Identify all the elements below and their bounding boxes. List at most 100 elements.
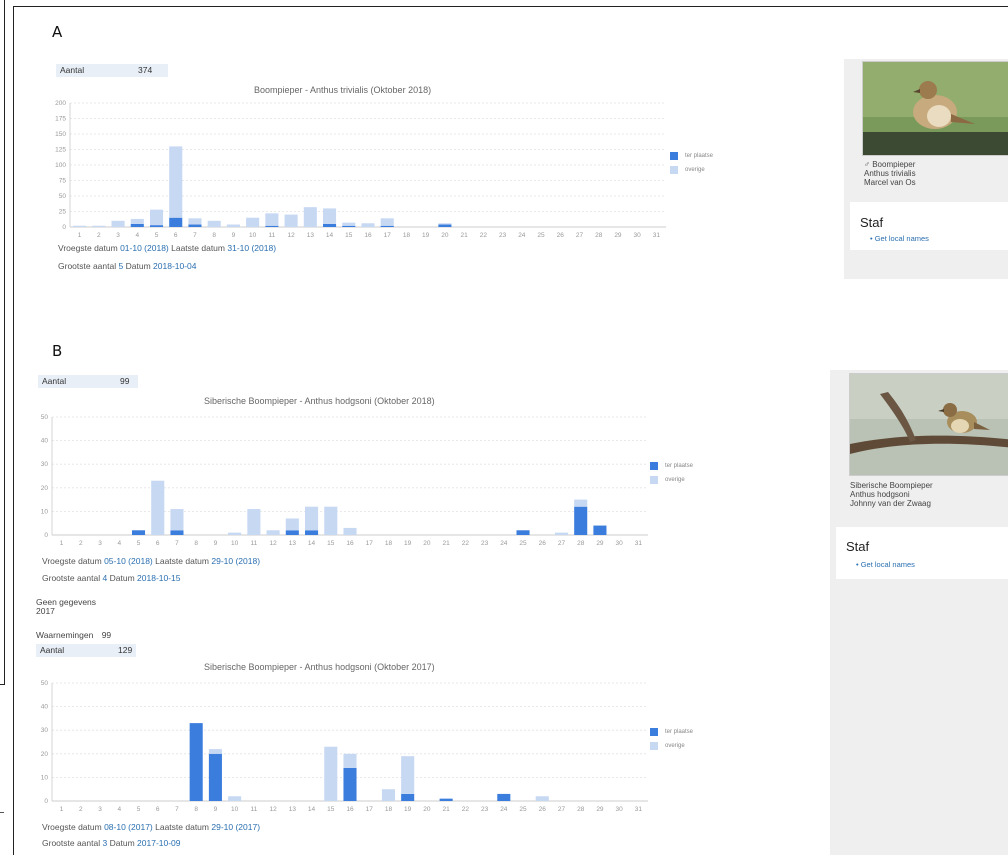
legend: ter plaatse overige <box>670 149 713 177</box>
x-tick-label: 10 <box>249 232 257 239</box>
x-tick-label: 8 <box>194 540 198 547</box>
y-tick-label: 20 <box>41 485 49 492</box>
chart-title: Siberische Boompieper - Anthus hodgsoni … <box>204 396 435 406</box>
grootste-date-link[interactable]: 2017-10-09 <box>137 838 180 848</box>
x-tick-label: 17 <box>366 540 374 547</box>
photo-caption: ♂ Boompieper Anthus trivialis Marcel van… <box>864 160 916 187</box>
y-tick-label: 50 <box>41 414 49 421</box>
legend-swatch-overige <box>650 742 658 750</box>
grootste-date-link[interactable]: 2018-10-04 <box>153 261 196 271</box>
bar-overige <box>361 223 375 227</box>
bar-overige <box>323 208 337 224</box>
x-tick-label: 10 <box>231 540 239 547</box>
bar-ter-plaatse <box>131 530 146 535</box>
laatste-link[interactable]: 29-10 (2018) <box>211 556 260 566</box>
bird-photo[interactable] <box>849 373 1008 476</box>
x-tick-label: 28 <box>577 806 585 813</box>
x-tick-label: 30 <box>616 540 624 547</box>
get-local-names-link[interactable]: • Get local names <box>870 234 929 243</box>
x-tick-label: 14 <box>308 540 316 547</box>
aantal-bar: Aantal 99 <box>38 375 138 388</box>
get-local-names-link[interactable]: • Get local names <box>856 560 915 569</box>
legend-swatch-ter-plaatse <box>650 728 658 736</box>
laatste-link[interactable]: 31-10 (2018) <box>227 243 276 253</box>
x-tick-label: 11 <box>268 232 275 239</box>
staf-box: Staf • Get local names <box>836 527 1008 579</box>
date-range: Vroegste datum 01-10 (2018) Laatste datu… <box>58 243 276 253</box>
figure-frame: A Aantal 374 Boompieper - Anthus trivial… <box>13 6 1008 855</box>
left-border <box>0 0 5 685</box>
x-tick-label: 20 <box>441 232 449 239</box>
staf-box: Staf • Get local names <box>850 202 1008 250</box>
x-tick-label: 24 <box>500 540 508 547</box>
x-tick-label: 23 <box>481 540 489 547</box>
x-tick-label: 15 <box>327 806 335 813</box>
panel-label-b: B <box>52 342 63 360</box>
vroegste-label: Vroegste datum <box>42 556 102 566</box>
y-tick-label: 40 <box>41 438 49 445</box>
x-tick-label: 29 <box>614 232 622 239</box>
bar-overige <box>207 220 221 227</box>
x-tick-label: 20 <box>423 806 431 813</box>
laatste-label: Laatste datum <box>155 556 209 566</box>
x-tick-label: 14 <box>326 232 334 239</box>
x-tick-label: 7 <box>193 232 197 239</box>
legend-swatch-ter-plaatse <box>650 462 658 470</box>
x-tick-label: 28 <box>577 540 585 547</box>
edge-mark <box>0 812 4 813</box>
chart-title: Boompieper - Anthus trivialis (Oktober 2… <box>254 85 432 95</box>
chart-b: 010203040501 2 3 4 5 6 7 8 9 10 11 12 13 14 15 16 17 18 19… <box>41 414 648 547</box>
y-tick-label: 200 <box>55 100 66 107</box>
y-tick-label: 10 <box>41 508 49 515</box>
bar-overige <box>228 796 242 801</box>
x-tick-label: 5 <box>155 232 159 239</box>
bar-ter-plaatse <box>305 530 319 535</box>
staf-link-text: Get local names <box>860 560 915 569</box>
x-tick-label: 13 <box>289 540 297 547</box>
x-tick-label: 16 <box>364 232 372 239</box>
bar-overige <box>188 218 202 225</box>
laatste-label: Laatste datum <box>155 822 209 832</box>
laatste-link[interactable]: 29-10 (2017) <box>211 822 260 832</box>
x-tick-label: 3 <box>98 806 102 813</box>
bar-ter-plaatse <box>285 530 299 535</box>
x-tick-label: 22 <box>480 232 488 239</box>
vroegste-link[interactable]: 01-10 (2018) <box>120 243 169 253</box>
bar-overige <box>305 506 319 531</box>
y-tick-label: 125 <box>55 147 66 154</box>
grootste-date-link[interactable]: 2018-10-15 <box>137 573 180 583</box>
bar-ter-plaatse <box>574 506 588 535</box>
bar-overige <box>246 217 260 227</box>
x-tick-label: 10 <box>231 806 239 813</box>
legend-label: ter plaatse <box>665 729 694 735</box>
x-tick-label: 13 <box>289 806 297 813</box>
bar-overige <box>343 753 357 768</box>
vroegste-label: Vroegste datum <box>42 822 102 832</box>
legend-swatch-overige <box>670 166 678 174</box>
bar-ter-plaatse <box>497 793 511 801</box>
bar-overige <box>265 213 279 226</box>
bird-photo[interactable] <box>862 61 1008 156</box>
x-tick-label: 2 <box>79 806 83 813</box>
vroegste-link[interactable]: 08-10 (2017) <box>104 822 153 832</box>
x-tick-label: 27 <box>576 232 584 239</box>
y-tick-label: 30 <box>41 461 49 468</box>
x-tick-label: 20 <box>423 540 431 547</box>
x-tick-label: 24 <box>518 232 526 239</box>
x-tick-label: 8 <box>194 806 198 813</box>
y-tick-label: 50 <box>59 193 67 200</box>
staf-title: Staf <box>860 215 884 230</box>
laatste-label: Laatste datum <box>171 243 225 253</box>
date-range: Vroegste datum 05-10 (2018) Laatste datu… <box>42 556 260 566</box>
bar-overige <box>343 527 357 535</box>
bar-ter-plaatse <box>343 767 357 801</box>
grootste-label: Grootste aantal <box>42 838 101 848</box>
y-tick-label: 75 <box>59 178 67 185</box>
bird-image <box>863 62 1008 155</box>
vroegste-link[interactable]: 05-10 (2018) <box>104 556 153 566</box>
x-tick-label: 16 <box>346 540 354 547</box>
x-tick-label: 6 <box>156 540 160 547</box>
x-tick-label: 3 <box>116 232 120 239</box>
caption-line: Marcel van Os <box>864 178 916 187</box>
grootste-value: 4 <box>102 573 108 583</box>
